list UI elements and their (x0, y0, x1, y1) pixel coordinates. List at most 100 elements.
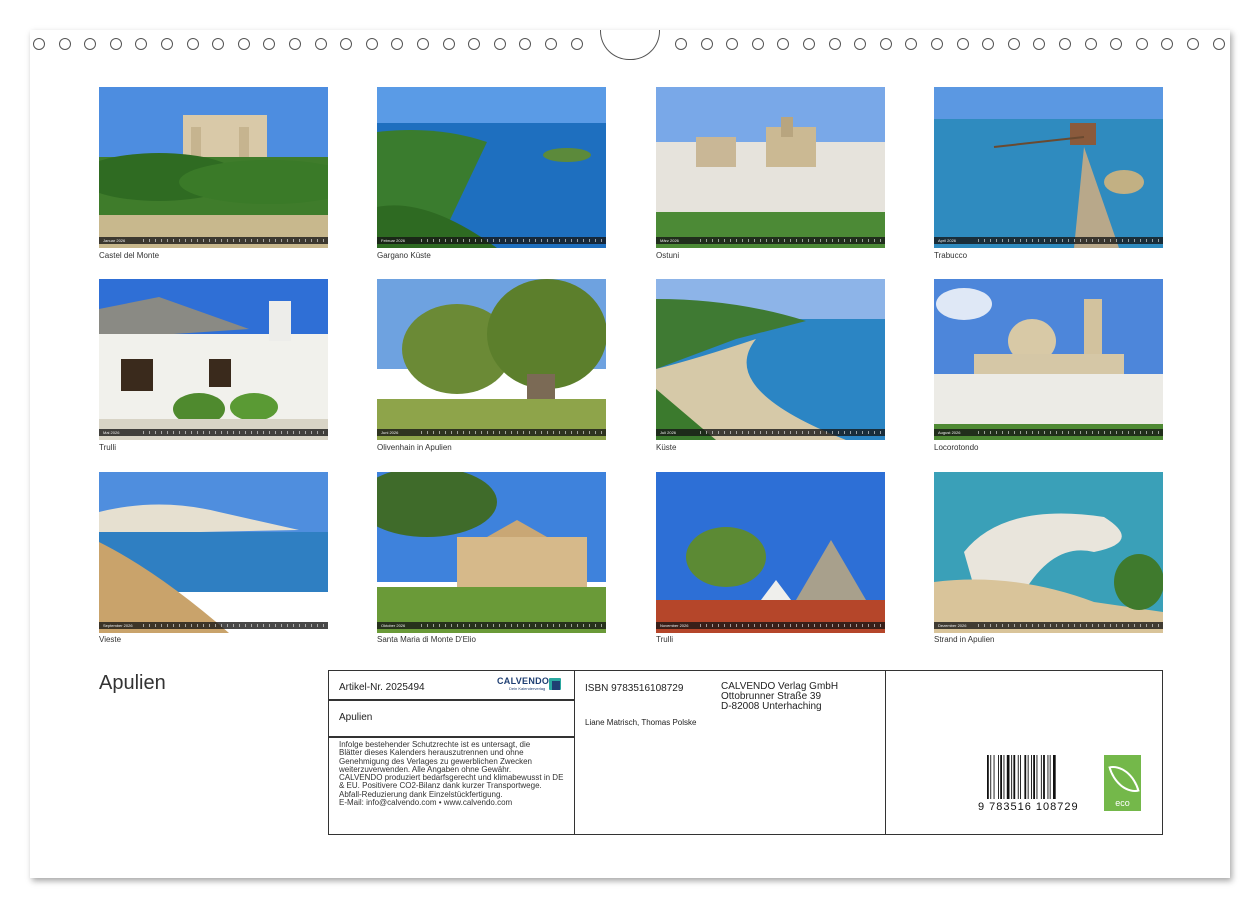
binding-hole (1135, 38, 1148, 50)
photo-caption: Trulli (656, 635, 674, 644)
barcode-bar (1027, 755, 1029, 799)
photo-strand: Dezember 2026 (934, 472, 1163, 633)
calendar-title: Apulien (99, 672, 166, 694)
barcode-bar (1049, 755, 1051, 799)
binding-hole (237, 38, 250, 50)
barcode-bar (990, 755, 992, 799)
photo-vieste: September 2026 (99, 472, 328, 633)
barcode-bar (1043, 755, 1045, 799)
binding-hole (828, 38, 841, 50)
binding-hole (1110, 38, 1123, 50)
castle-image (99, 87, 328, 248)
barcode-bar (987, 755, 989, 799)
legal-text: Infolge bestehender Schutzrechte ist es … (339, 740, 571, 808)
barcode-bar (1013, 755, 1016, 799)
photo-caption: Strand in Apulien (934, 635, 995, 644)
barcode-bar (993, 755, 995, 799)
binding-hole (700, 38, 713, 50)
binding-hole (1033, 38, 1046, 50)
calvendo-logo: CALVENDO Dein Kalenderverlag (497, 676, 565, 694)
photo-caption: Trabucco (934, 251, 968, 260)
photo-caption: Ostuni (656, 251, 680, 260)
binding-hole (879, 38, 892, 50)
rock-beach-image (934, 472, 1163, 633)
binding-hole (570, 38, 583, 50)
calendar-name: Apulien (339, 712, 373, 723)
binding-hole (493, 38, 506, 50)
barcode-bar (1011, 755, 1013, 799)
barcode-bar (1006, 755, 1010, 799)
month-strip: Januar 2026 (99, 237, 328, 244)
divider (328, 699, 575, 701)
binding-hole (519, 38, 532, 50)
barcode-bar (1003, 755, 1005, 799)
barcode-bar (1053, 755, 1056, 799)
month-strip: November 2026 (656, 622, 885, 629)
binding-hole (161, 38, 173, 50)
publisher-address: CALVENDO Verlag GmbH Ottobrunner Straße … (721, 681, 839, 712)
authors: Liane Matrisch, Thomas Polske (585, 718, 697, 727)
abbey-image (377, 472, 606, 633)
binding-hole (1187, 38, 1199, 50)
eco-badge: eco (1104, 755, 1141, 811)
binding-hole (340, 38, 353, 50)
binding-hole (109, 38, 122, 50)
trulli-field-image (656, 472, 885, 633)
binding-hole (468, 38, 481, 50)
isbn: ISBN 9783516108729 (585, 683, 684, 694)
divider (328, 736, 575, 738)
photo-caption: Trulli (99, 443, 117, 452)
town-image (656, 87, 885, 248)
binding-hole (33, 38, 45, 50)
photo-caption: Santa Maria di Monte D'Elio (377, 635, 476, 644)
barcode-bar (1020, 755, 1021, 799)
binding-hole (289, 38, 301, 50)
photo-castel-del-monte: Januar 2026 (99, 87, 328, 248)
barcode (987, 755, 1056, 799)
month-strip: März 2026 (656, 237, 885, 244)
binding-hole (726, 38, 739, 50)
olive-grove-image (377, 279, 606, 440)
month-strip: Mai 2026 (99, 429, 328, 436)
photo-caption: Olivenhain in Apulien (377, 443, 452, 452)
month-strip: Juni 2026 (377, 429, 606, 436)
binding-hole (751, 38, 764, 50)
month-strip: August 2026 (934, 429, 1163, 436)
binding-hole (905, 38, 918, 50)
article-number: Artikel-Nr. 2025494 (339, 682, 425, 693)
photo-gargano-kueste: Februar 2026 (377, 87, 606, 248)
barcode-bar (1036, 755, 1038, 799)
binding-hole (777, 38, 790, 50)
month-strip: Februar 2026 (377, 237, 606, 244)
binding-hole (212, 38, 225, 50)
trabucco-image (934, 87, 1163, 248)
photo-caption: Locorotondo (934, 443, 979, 452)
binding-hole (1059, 38, 1071, 50)
binding-hole (365, 38, 378, 50)
binding-hole (417, 38, 429, 50)
month-strip: Oktober 2026 (377, 622, 606, 629)
trulli-image (99, 279, 328, 440)
photo-locorotondo: August 2026 (934, 279, 1163, 440)
binding-hole (854, 38, 867, 50)
binding-hole (545, 38, 557, 50)
binding-hole (314, 38, 327, 50)
barcode-bar (998, 755, 999, 799)
binding-hole (135, 38, 148, 50)
vieste-image (99, 472, 328, 633)
binding-hole (442, 38, 455, 50)
barcode-bar (1033, 755, 1035, 799)
legal-line: E-Mail: info@calvendo.com • www.calvendo… (339, 798, 513, 808)
photo-trabucco: April 2026 (934, 87, 1163, 248)
barcode-bar (1031, 755, 1032, 799)
month-strip: Dezember 2026 (934, 622, 1163, 629)
coast-image (377, 87, 606, 248)
month-strip: September 2026 (99, 622, 328, 629)
leaf-icon (1108, 760, 1140, 798)
photo-santa-maria: Oktober 2026 (377, 472, 606, 633)
barcode-bar (1040, 755, 1042, 799)
barcode-number: 9 783516 108729 (978, 801, 1079, 813)
photo-ostuni: März 2026 (656, 87, 885, 248)
binding-hole (84, 38, 97, 50)
barcode-bar (1047, 755, 1049, 799)
